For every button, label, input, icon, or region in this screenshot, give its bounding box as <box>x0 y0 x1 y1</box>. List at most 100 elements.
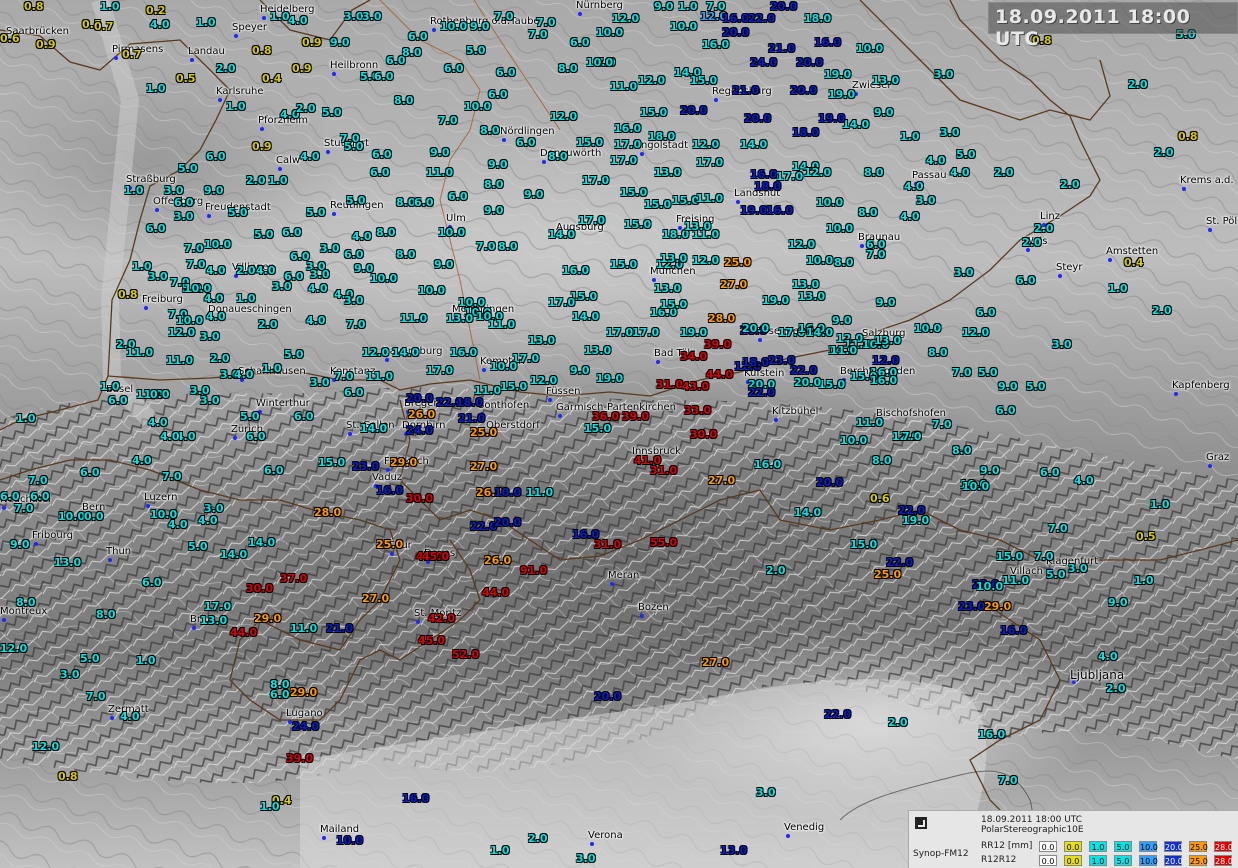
precip-value: 17.0 <box>614 138 642 151</box>
legend-swatch: 0.0 <box>1039 841 1057 852</box>
precip-value: 15.0 <box>640 106 668 119</box>
precip-value: 9.0 <box>998 380 1018 393</box>
precip-value: 5.0 <box>306 206 326 219</box>
city-marker <box>590 842 594 846</box>
precip-value: 27.0 <box>470 460 498 473</box>
precip-value: 6.0 <box>448 190 468 203</box>
precip-value: 6.0 <box>344 386 364 399</box>
precip-value: 2.0 <box>888 716 908 729</box>
precip-value: 6.0 <box>408 30 428 43</box>
precip-value: 27.0 <box>702 656 730 669</box>
precip-value: 45.0 <box>422 550 450 563</box>
precip-value: 16.0 <box>614 122 642 135</box>
city-label: Ulm <box>446 213 466 224</box>
precip-value: 20.0 <box>406 392 434 405</box>
precip-value: 5.0 <box>978 366 998 379</box>
precip-value: 9.0 <box>524 188 544 201</box>
precip-value: 26.0 <box>408 408 436 421</box>
precip-value: 1.0 <box>100 0 120 13</box>
precip-value: 42.0 <box>428 612 456 625</box>
precip-value: 4.0 <box>198 514 218 527</box>
legend-swatch: 28.0 <box>1214 841 1233 852</box>
precip-value: 19.0 <box>828 88 856 101</box>
precip-value: 39.0 <box>622 410 650 423</box>
precip-value: 24.0 <box>292 720 320 733</box>
precip-value: 0.4 <box>262 72 282 85</box>
precip-value: 0.6 <box>870 492 890 505</box>
precip-value: 16.0 <box>766 204 794 217</box>
precip-value: 20.0 <box>680 104 708 117</box>
precip-value: 13.0 <box>874 334 902 347</box>
precip-value: 10.0 <box>58 510 86 523</box>
precip-value: 3.0 <box>200 330 220 343</box>
precip-value: 12.0 <box>804 166 832 179</box>
city-marker <box>218 98 222 102</box>
precip-value: 4.0 <box>160 430 180 443</box>
precip-value: 7.0 <box>866 248 886 261</box>
city-marker <box>640 614 644 618</box>
precip-value: 12.0 <box>692 138 720 151</box>
city-marker <box>332 212 336 216</box>
legend-product: Synop-FM12 <box>913 849 969 859</box>
city-marker <box>278 167 282 171</box>
precip-value: 10.0 <box>586 56 614 69</box>
city-marker <box>1108 258 1112 262</box>
precip-value: 8.0 <box>872 454 892 467</box>
precip-value: 2.0 <box>216 62 236 75</box>
precip-value: 34.0 <box>680 350 708 363</box>
precip-value: 5.0 <box>240 410 260 423</box>
precip-value: 7.0 <box>86 690 106 703</box>
precip-value: 20.0 <box>794 376 822 389</box>
city-label: Graz <box>1206 452 1230 463</box>
city-label: Luzern <box>144 492 178 503</box>
city-marker <box>502 138 506 142</box>
precip-value: 25.0 <box>874 568 902 581</box>
precip-value: 14.0 <box>220 548 248 561</box>
precip-value: 20.0 <box>770 0 798 13</box>
precip-value: 4.0 <box>352 230 372 243</box>
precip-value: 5.0 <box>956 148 976 161</box>
precip-value: 0.9 <box>302 36 322 49</box>
city-marker <box>110 716 114 720</box>
precip-value: 9.0 <box>434 258 454 271</box>
precip-value: 10.0 <box>816 196 844 209</box>
precip-value: 6.0 <box>270 688 290 701</box>
precip-value: 2.0 <box>236 264 256 277</box>
precip-value: 4.0 <box>904 180 924 193</box>
precip-value: 9.0 <box>570 364 590 377</box>
city-marker <box>34 542 38 546</box>
precip-value: 25.0 <box>470 426 498 439</box>
precip-value: 6.0 <box>374 70 394 83</box>
precip-value: 9.0 <box>10 538 30 551</box>
city-marker <box>1208 464 1212 468</box>
precip-value: 9.0 <box>980 464 1000 477</box>
precip-value: 4.0 <box>256 264 276 277</box>
precip-value: 7.0 <box>346 318 366 331</box>
city-marker <box>656 360 660 364</box>
expand-arrow-icon[interactable] <box>915 817 927 829</box>
city-marker <box>234 34 238 38</box>
precip-value: 2.0 <box>1034 222 1054 235</box>
precip-value: 5.0 <box>80 652 100 665</box>
precip-value: 4.0 <box>950 166 970 179</box>
city-marker <box>326 150 330 154</box>
precip-value: 7.0 <box>162 470 182 483</box>
city-label: Fribourg <box>32 530 74 541</box>
precip-value: 0.8 <box>118 288 138 301</box>
precip-value: 11.0 <box>166 354 194 367</box>
precip-value: 6.0 <box>142 576 162 589</box>
precip-value: 16.0 <box>978 728 1006 741</box>
precip-value: 43.0 <box>682 380 710 393</box>
precip-value: 14.0 <box>392 346 420 359</box>
precip-value: 7.0 <box>1034 550 1054 563</box>
city-marker <box>558 414 562 418</box>
precip-value: 3.0 <box>934 68 954 81</box>
precip-value: 0.5 <box>176 72 196 85</box>
precip-value: 0.8 <box>252 44 272 57</box>
precip-value: 5.0 <box>1046 568 1066 581</box>
precip-value: 3.0 <box>954 266 974 279</box>
city-marker <box>2 618 6 622</box>
city-label: Bozen <box>638 602 669 613</box>
precip-value: 11.0 <box>856 416 884 429</box>
precip-value: 19.0 <box>818 112 846 125</box>
